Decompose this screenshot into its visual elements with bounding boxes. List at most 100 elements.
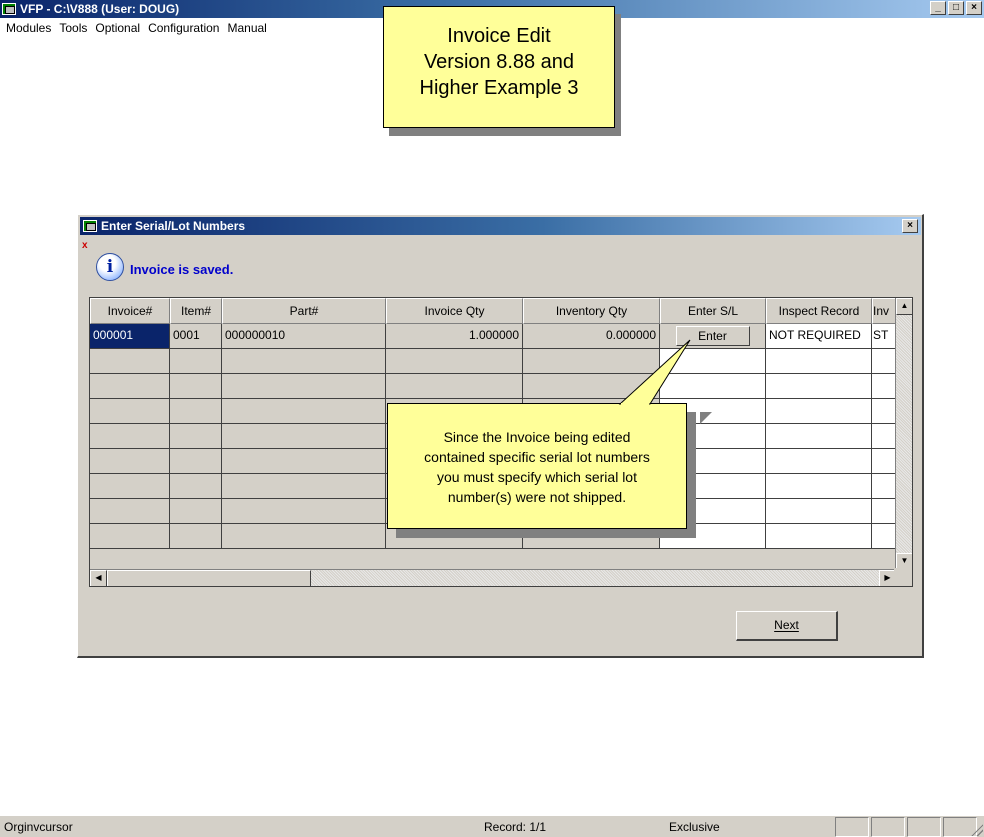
menu-modules[interactable]: Modules bbox=[4, 21, 57, 35]
grid-cell[interactable] bbox=[90, 474, 170, 499]
menu-manual[interactable]: Manual bbox=[225, 21, 272, 35]
minimize-button[interactable]: _ bbox=[930, 1, 946, 15]
cell-inventory-qty[interactable]: 0.000000 bbox=[523, 324, 660, 349]
col-header-inventory-qty[interactable]: Inventory Qty bbox=[523, 298, 660, 324]
grid-cell[interactable] bbox=[872, 449, 897, 474]
grid-cell[interactable] bbox=[90, 399, 170, 424]
menu-optional[interactable]: Optional bbox=[93, 21, 146, 35]
horizontal-scroll-thumb[interactable] bbox=[107, 570, 311, 586]
dialog-title-bar: Enter Serial/Lot Numbers × bbox=[80, 217, 921, 235]
scroll-up-icon[interactable]: ▲ bbox=[896, 298, 912, 315]
note-callout-line: number(s) were not shipped. bbox=[447, 489, 627, 505]
mini-close-icon[interactable]: x bbox=[82, 240, 88, 251]
table-row[interactable]: 000001 0001 000000010 1.000000 0.000000 … bbox=[90, 324, 897, 349]
grid-cell[interactable] bbox=[170, 349, 222, 374]
note-callout-line: contained specific serial lot numbers bbox=[424, 449, 650, 465]
status-cursor: Orginvcursor bbox=[4, 820, 73, 834]
info-icon: i bbox=[96, 253, 124, 281]
status-panel bbox=[907, 817, 941, 837]
grid-cell[interactable] bbox=[660, 349, 766, 374]
grid-cell[interactable] bbox=[872, 499, 897, 524]
status-record: Record: 1/1 bbox=[484, 820, 547, 834]
grid-cell[interactable] bbox=[90, 524, 170, 549]
menu-configuration[interactable]: Configuration bbox=[146, 21, 225, 35]
vertical-scrollbar[interactable]: ▲ ▼ bbox=[895, 298, 912, 570]
cell-item[interactable]: 0001 bbox=[170, 324, 222, 349]
grid-cell[interactable] bbox=[872, 524, 897, 549]
grid-cell[interactable] bbox=[170, 474, 222, 499]
next-button[interactable]: Next bbox=[736, 611, 838, 641]
maximize-button[interactable]: □ bbox=[948, 1, 964, 15]
cell-part[interactable]: 000000010 bbox=[222, 324, 386, 349]
grid-cell[interactable] bbox=[766, 474, 872, 499]
grid-cell[interactable] bbox=[872, 349, 897, 374]
col-header-invoice[interactable]: Invoice# bbox=[90, 298, 170, 324]
grid-cell[interactable] bbox=[523, 349, 660, 374]
grid-cell[interactable] bbox=[222, 474, 386, 499]
grid-cell[interactable] bbox=[90, 349, 170, 374]
close-button[interactable]: × bbox=[966, 1, 982, 15]
dialog-title: Enter Serial/Lot Numbers bbox=[101, 219, 246, 233]
grid-cell[interactable] bbox=[90, 449, 170, 474]
grid-cell[interactable] bbox=[872, 374, 897, 399]
grid-cell[interactable] bbox=[222, 374, 386, 399]
grid-cell[interactable] bbox=[170, 524, 222, 549]
cell-invoice-qty[interactable]: 1.000000 bbox=[386, 324, 523, 349]
grid-cell[interactable] bbox=[170, 449, 222, 474]
grid-cell[interactable] bbox=[90, 374, 170, 399]
grid-cell[interactable] bbox=[523, 374, 660, 399]
grid-cell[interactable] bbox=[660, 374, 766, 399]
grid-cell[interactable] bbox=[766, 499, 872, 524]
grid-cell[interactable] bbox=[170, 424, 222, 449]
menu-tools[interactable]: Tools bbox=[57, 21, 93, 35]
grid-cell[interactable] bbox=[170, 499, 222, 524]
grid-cell[interactable] bbox=[90, 499, 170, 524]
col-header-inspect-record[interactable]: Inspect Record bbox=[766, 298, 872, 324]
cell-inv[interactable]: ST bbox=[872, 324, 897, 349]
note-callout: Since the Invoice being edited contained… bbox=[387, 403, 687, 529]
grid-cell[interactable] bbox=[872, 474, 897, 499]
status-panel bbox=[835, 817, 869, 837]
grid-cell[interactable] bbox=[872, 399, 897, 424]
grid-cell[interactable] bbox=[170, 374, 222, 399]
col-header-item[interactable]: Item# bbox=[170, 298, 222, 324]
grid-cell[interactable] bbox=[222, 399, 386, 424]
cell-invoice[interactable]: 000001 bbox=[90, 324, 170, 349]
grid-cell[interactable] bbox=[386, 349, 523, 374]
cell-enter-sl: Enter bbox=[660, 324, 766, 349]
grid-cell[interactable] bbox=[222, 449, 386, 474]
dialog-close-icon[interactable]: × bbox=[902, 219, 918, 233]
col-header-inv[interactable]: Inv bbox=[872, 298, 897, 324]
window-controls: _ □ × bbox=[930, 1, 982, 15]
title-callout-line: Invoice Edit bbox=[447, 25, 551, 47]
grid-cell[interactable] bbox=[766, 349, 872, 374]
app-window-icon bbox=[2, 3, 16, 15]
grid-cell[interactable] bbox=[222, 499, 386, 524]
col-header-part[interactable]: Part# bbox=[222, 298, 386, 324]
grid-cell[interactable] bbox=[766, 424, 872, 449]
scroll-left-icon[interactable]: ◀ bbox=[90, 570, 107, 586]
resize-grip-icon[interactable] bbox=[971, 824, 983, 836]
grid-cell[interactable] bbox=[222, 524, 386, 549]
grid-cell[interactable] bbox=[766, 399, 872, 424]
grid-cell[interactable] bbox=[766, 449, 872, 474]
grid-cell[interactable] bbox=[90, 424, 170, 449]
table-row[interactable] bbox=[90, 349, 897, 374]
grid-cell[interactable] bbox=[222, 349, 386, 374]
grid-cell[interactable] bbox=[222, 424, 386, 449]
cell-inspect-record[interactable]: NOT REQUIRED bbox=[766, 324, 872, 349]
horizontal-scrollbar[interactable]: ◀ ▶ bbox=[90, 569, 896, 586]
col-header-invoice-qty[interactable]: Invoice Qty bbox=[386, 298, 523, 324]
status-mode: Exclusive bbox=[669, 820, 720, 834]
dialog-window-icon bbox=[83, 220, 97, 232]
enter-serial-lot-button[interactable]: Enter bbox=[675, 326, 750, 346]
grid-cell[interactable] bbox=[170, 399, 222, 424]
grid-cell[interactable] bbox=[766, 374, 872, 399]
grid-cell[interactable] bbox=[872, 424, 897, 449]
title-callout-line: Higher Example 3 bbox=[419, 77, 579, 99]
col-header-enter-sl[interactable]: Enter S/L bbox=[660, 298, 766, 324]
grid-cell[interactable] bbox=[766, 524, 872, 549]
grid-cell[interactable] bbox=[386, 374, 523, 399]
table-row[interactable] bbox=[90, 374, 897, 399]
status-message: Invoice is saved. bbox=[130, 262, 234, 277]
